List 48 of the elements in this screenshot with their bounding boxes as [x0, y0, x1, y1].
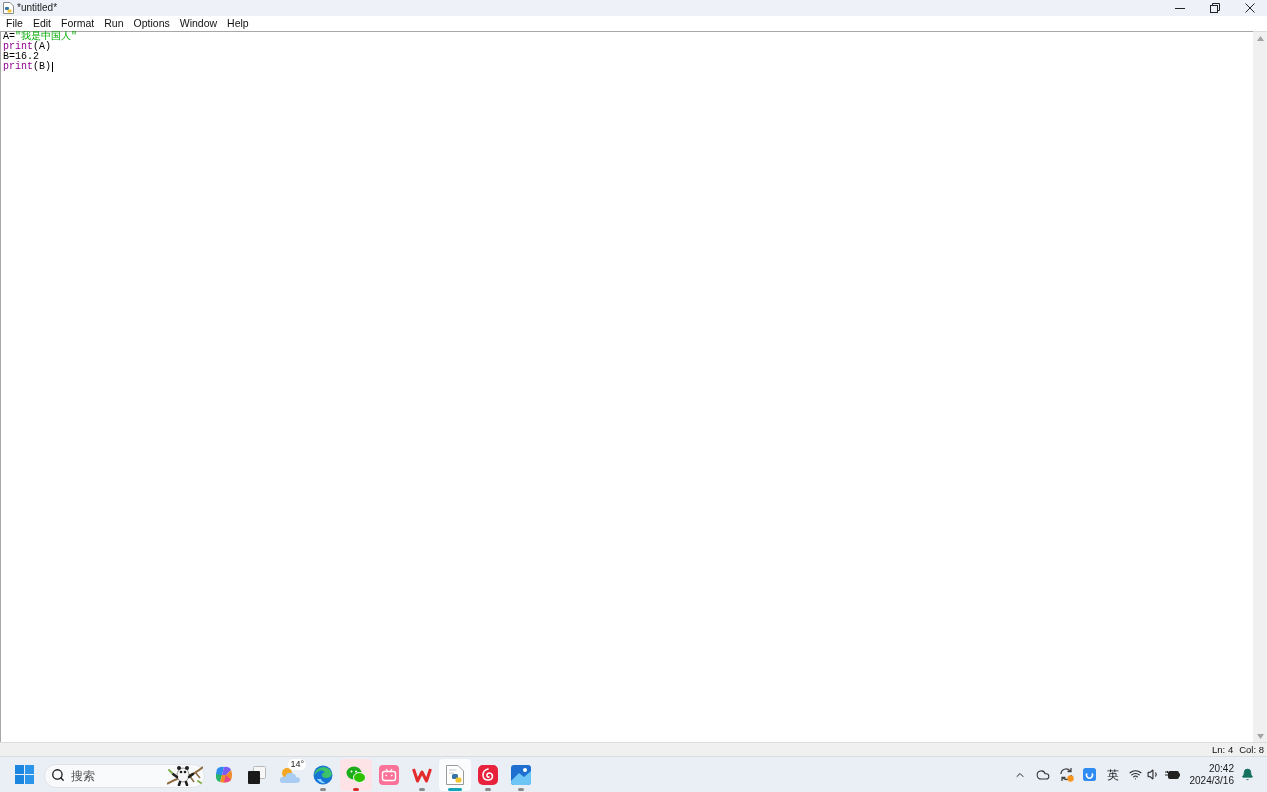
sync-arrows-icon	[1058, 767, 1074, 782]
minimize-icon	[1174, 7, 1185, 9]
search-field[interactable]: 搜索	[44, 763, 205, 788]
clock-button[interactable]: 20:42 2024/3/16	[1187, 759, 1236, 790]
close-icon	[1244, 3, 1255, 13]
wave-globe-icon	[313, 764, 333, 785]
menu-item[interactable]: Options	[128, 17, 175, 30]
stacked-squares-icon	[248, 765, 266, 784]
cloud-icon	[1036, 767, 1050, 782]
code-line: print(A)	[3, 42, 52, 52]
tv-logo-icon	[379, 764, 399, 785]
mountain-picture-icon	[511, 764, 531, 785]
up-arrow-icon	[1256, 36, 1264, 41]
blob-logo-icon	[214, 764, 234, 785]
taskbar-app-button[interactable]: 14°	[274, 758, 306, 791]
temperature-label: 14°	[288, 758, 306, 770]
code-line: print(B)	[3, 62, 52, 72]
zigzag-logo-icon	[412, 766, 432, 783]
document-icon	[3, 2, 14, 14]
search-icon	[51, 767, 65, 782]
menu-item[interactable]: Help	[222, 17, 254, 30]
panda-illustration	[167, 763, 203, 786]
volume-icon	[1146, 768, 1160, 781]
menu-item[interactable]: Run	[99, 17, 129, 30]
clock-date: 2024/3/16	[1189, 774, 1234, 787]
input-method-button[interactable]: 英	[1100, 760, 1125, 789]
restore-icon	[1209, 3, 1220, 13]
down-arrow-icon	[1256, 734, 1264, 739]
window-title: *untitled*	[17, 2, 58, 14]
code-line: A="我是中国人"	[3, 32, 78, 42]
menu-item[interactable]: Format	[56, 17, 100, 30]
document-icon	[446, 764, 464, 785]
chat-bubbles-icon	[346, 765, 366, 784]
menu-item[interactable]: Window	[174, 17, 223, 30]
code-line: B=16.2	[3, 52, 39, 62]
code-editor[interactable]: A="我是中国人" print(A) B=16.2 print(B)	[0, 31, 1253, 742]
menu-item[interactable]: File	[1, 17, 28, 30]
wifi-icon	[1128, 768, 1142, 781]
bell-icon	[1241, 768, 1254, 781]
ring-app-icon	[1082, 768, 1096, 781]
battery-plug-icon	[1164, 769, 1180, 780]
line-number-text: Ln: 4	[1212, 743, 1234, 756]
clock-time: 20:42	[1208, 762, 1234, 775]
spiral-icon	[478, 764, 498, 785]
column-number-text: Col: 8	[1239, 743, 1264, 756]
menu-item[interactable]: Edit	[27, 17, 56, 30]
four-tiles-icon	[14, 765, 34, 784]
vertical-scrollbar[interactable]	[1253, 31, 1267, 742]
